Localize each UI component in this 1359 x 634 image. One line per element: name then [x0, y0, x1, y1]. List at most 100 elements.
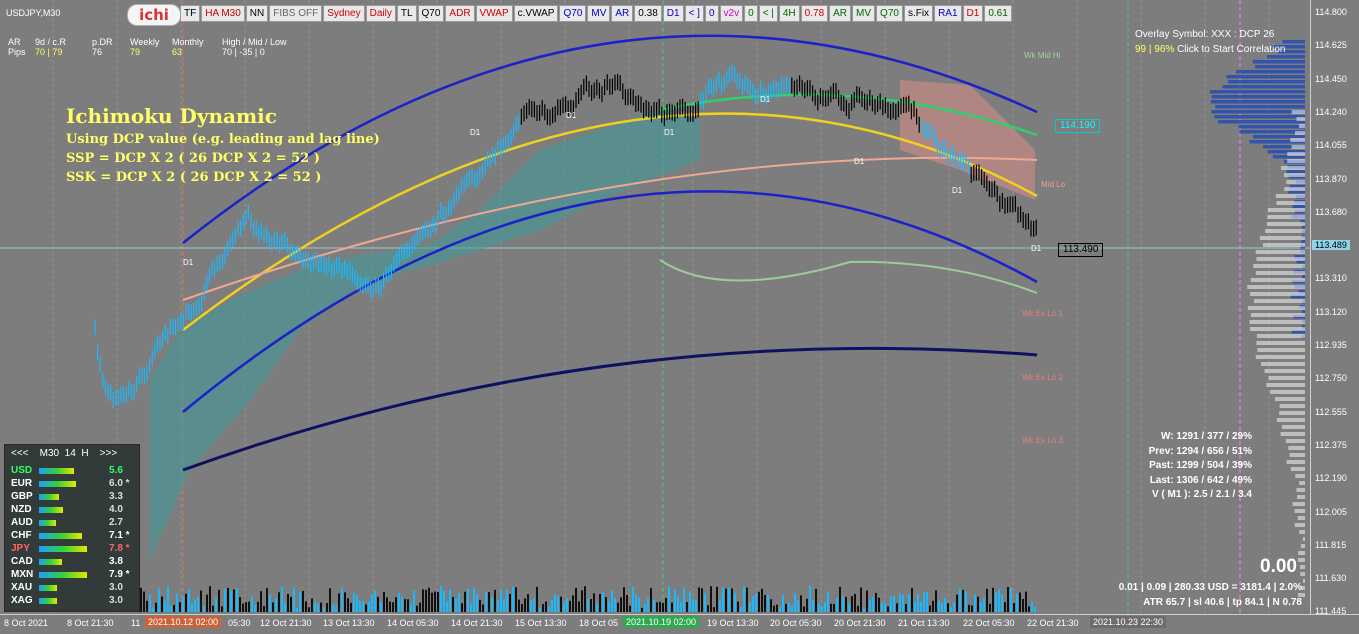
toolbar-button-ra1-27[interactable]: RA1 [934, 5, 961, 22]
volume-bar [824, 602, 826, 612]
correlation-link[interactable]: 99 | 96% Click to Start Correlation [1135, 44, 1285, 55]
toolbar-button-nn-2[interactable]: NN [246, 5, 268, 22]
overlay-desc-2: SSP = DCP X 2 ( 26 DCP X 2 = 52 ) [66, 151, 320, 166]
volume-bar [551, 600, 553, 612]
toolbar-button-q70-11[interactable]: Q70 [559, 5, 586, 22]
volume-profile-bar [1295, 523, 1305, 527]
volume-bar [776, 605, 778, 612]
meter-row-mxn: MXN 7.9 * [11, 569, 137, 580]
volume-bar [854, 594, 856, 612]
volume-bar [971, 606, 973, 612]
volume-profile-bar [1300, 565, 1305, 569]
toolbar-button-cvwap-10[interactable]: c.VWAP [514, 5, 559, 22]
volume-profile-bar [1267, 215, 1305, 219]
correlation-pct: 99 | 96% [1135, 44, 1174, 55]
volume-profile-bar [1300, 572, 1305, 576]
volume-bar [575, 588, 577, 612]
volume-bar [278, 592, 280, 612]
volume-bar [158, 589, 160, 612]
volume-profile-bar [1293, 502, 1305, 506]
volume-bar [716, 587, 718, 612]
volume-bar [227, 588, 229, 612]
volume-profile-bar [1284, 173, 1305, 177]
toolbar-button-mv-24[interactable]: MV [852, 5, 875, 22]
toolbar-button-0-17[interactable]: 0 [705, 5, 719, 22]
toolbar-button-ar-23[interactable]: AR [829, 5, 851, 22]
volume-profile-bar [1257, 348, 1305, 352]
meter-header[interactable]: <<< M30 14 H >>> [11, 448, 117, 459]
volume-bar [758, 592, 760, 612]
volume-profile-bar [1251, 278, 1305, 282]
toolbar-button-tl-6[interactable]: TL [397, 5, 417, 22]
toolbar-button-078-22[interactable]: 0.78 [801, 5, 828, 22]
ichi-logo[interactable]: ichi [127, 4, 181, 26]
time-tick: 14 Oct 05:30 [387, 618, 439, 628]
time-axis[interactable]: 8 Oct 2021 8 Oct 21:30 11 2021.10.12 02:00 0… [0, 614, 1359, 634]
volume-bar [1016, 594, 1018, 612]
volume-bar [932, 601, 934, 612]
toolbar-button-v2v-18[interactable]: v2v [720, 5, 744, 22]
volume-profile-bar [1292, 110, 1305, 114]
d1-label: D1 [470, 128, 480, 137]
volume-bar [569, 601, 571, 612]
volume-profile-bar [1298, 516, 1305, 520]
toolbar-button-mv-12[interactable]: MV [587, 5, 610, 22]
chart-area[interactable]: USDJPY,M30 ichi TF HA M30 NN FIBS OFF Sydney… [0, 0, 1310, 614]
toolbar-button-sydney-4[interactable]: Sydney [323, 5, 364, 22]
meter-value: 7.9 * [109, 569, 130, 580]
price-axis[interactable]: 114.800 114.625 114.450 114.240 114.055 113.8… [1310, 0, 1359, 614]
volume-bar [524, 598, 526, 612]
toolbar-button--16[interactable]: < ] [685, 5, 704, 22]
meter-value: 3.0 [109, 595, 123, 606]
toolbar-button--20[interactable]: < | [759, 5, 778, 22]
d1-label: D1 [183, 258, 193, 267]
volume-profile-bar [1268, 208, 1305, 212]
toolbar-button-adr-8[interactable]: ADR [445, 5, 474, 22]
toolbar-button-tf-0[interactable]: TF [180, 5, 200, 22]
meter-row-xau: XAU 3.0 [11, 582, 137, 593]
toolbar-button-061-29[interactable]: 0.61 [984, 5, 1011, 22]
volume-bar [281, 587, 283, 612]
light-green-line [660, 260, 1037, 293]
volume-bar [224, 588, 226, 612]
toolbar-button-ar-13[interactable]: AR [611, 5, 633, 22]
volume-bar [1031, 602, 1033, 612]
time-tick: 2021.10.19 02:00 [623, 616, 699, 628]
price-tick: 113.680 [1315, 207, 1347, 217]
toolbar-button-daily-5[interactable]: Daily [366, 5, 396, 22]
volume-bar [653, 600, 655, 612]
toolbar-button-0-19[interactable]: 0 [744, 5, 758, 22]
volume-profile-bar [1291, 467, 1305, 471]
volume-bar [419, 603, 421, 612]
toolbar-button-q70-7[interactable]: Q70 [418, 5, 445, 22]
volume-profile-bar [1287, 159, 1305, 163]
volume-bar [176, 594, 178, 612]
toolbar-button-d1-28[interactable]: D1 [963, 5, 984, 22]
price-box-lower: 113.490 [1058, 243, 1103, 257]
volume-bar [566, 598, 568, 612]
volume-bar [1004, 602, 1006, 612]
volume-bar [563, 603, 565, 612]
volume-bar [182, 597, 184, 612]
volume-profile-bar [1228, 80, 1305, 84]
volume-bar [764, 595, 766, 612]
toolbar-button-038-14[interactable]: 0.38 [634, 5, 661, 22]
toolbar-button-4h-21[interactable]: 4H [779, 5, 800, 22]
volume-bar [734, 593, 736, 612]
volume-profile-bar [1263, 243, 1305, 247]
meter-bar [39, 533, 82, 539]
volume-bar [683, 587, 685, 612]
volume-profile-bar [1286, 180, 1305, 184]
volume-bar [506, 590, 508, 612]
toolbar-button-fibsoff-3[interactable]: FIBS OFF [269, 5, 322, 22]
indicator-toolbar: TF HA M30 NN FIBS OFF Sydney Daily TL Q70 ADR VWA… [180, 4, 1013, 22]
toolbar-button-sfix-26[interactable]: s.Fix [904, 5, 933, 22]
meter-row-gbp: GBP 3.3 [11, 491, 137, 502]
volume-bar [875, 593, 877, 612]
toolbar-button-q70-25[interactable]: Q70 [876, 5, 903, 22]
toolbar-button-vwap-9[interactable]: VWAP [476, 5, 513, 22]
toolbar-button-ham30-1[interactable]: HA M30 [201, 5, 245, 22]
meter-bar [39, 585, 57, 591]
volume-bar [668, 586, 670, 612]
toolbar-button-d1-15[interactable]: D1 [663, 5, 684, 22]
